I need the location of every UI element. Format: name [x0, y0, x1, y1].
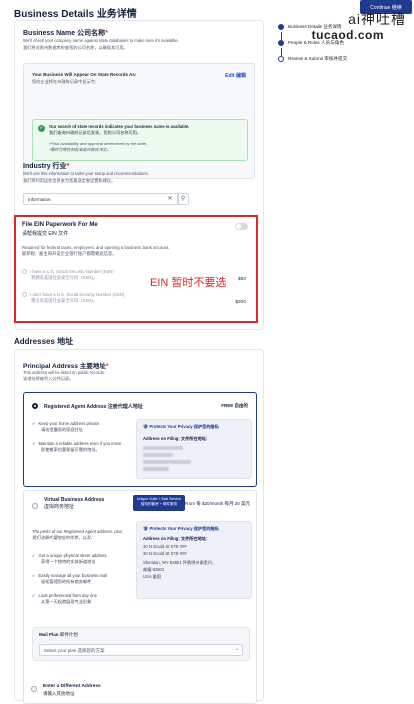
ra-privacy-box: 🛡 Protects Your Privacy 保护您的隐私 Address o…	[136, 419, 252, 479]
check-circle-icon: ✓	[38, 125, 45, 132]
ein-option-ssn-price: $50	[237, 277, 246, 282]
business-name-help-zh: 我们将对照州数据库检查您的公司名称，以确保其可用。	[23, 45, 128, 50]
check-icon: ✓	[32, 573, 36, 578]
addresses-card: Principal Address 主要地址* This address wil…	[14, 349, 264, 704]
check-icon: ✓	[32, 421, 36, 426]
different-address-label-zh: 请输入其他地址	[43, 691, 75, 696]
business-name-help: We'll check your company name against st…	[23, 38, 179, 43]
ein-option-ssn[interactable]: I have a U.S. Social Security Number (SS…	[22, 269, 114, 281]
ein-title: File EIN Paperwork For Me	[22, 222, 98, 228]
check-icon: ✓	[32, 441, 36, 446]
success-message: Our search of state records indicates yo…	[49, 124, 190, 135]
vb-address-line: Sheridan, WY 82801 怀俄明州谢里丹，	[143, 560, 217, 565]
vb-bullet-mail: ✓ Easily manage all your business mail 轻松…	[32, 573, 108, 584]
vb-address-line: USA 美国	[143, 574, 161, 579]
edit-name-button[interactable]: Edit 编辑	[225, 72, 246, 79]
availability-success: ✓ Our search of state records indicates …	[32, 119, 248, 161]
chevron-down-icon[interactable]: ⌄	[235, 646, 239, 652]
success-note: *Final availability and approval determi…	[49, 141, 148, 152]
step-business-details[interactable]: Business Details 业务详情	[278, 24, 342, 30]
ein-option-no-ssn[interactable]: I don't have a U.S. Social Security Numb…	[22, 292, 124, 304]
business-name-label: Business Name 公司名称*	[23, 30, 108, 37]
different-address-label: Enter a Different Address	[43, 684, 101, 689]
registered-agent-price: FREE 自由的	[221, 403, 248, 408]
step-people-roles[interactable]: People & Roles 人员与角色	[278, 40, 344, 46]
blurred-address	[143, 453, 173, 457]
appear-label: Your Business Will Appear On State Recor…	[32, 72, 137, 77]
ein-option-no-ssn-price: $200	[235, 300, 246, 305]
industry-help: We'll use this information to tailor you…	[23, 171, 149, 176]
radio-selected-icon[interactable]	[32, 403, 38, 409]
shield-icon-label: 🛡 Protects Your Privacy 保护您的隐私	[143, 526, 219, 531]
check-icon: ✓	[32, 553, 36, 558]
check-icon: ✓	[32, 593, 36, 598]
vb-bullet-street: ✓ Get a unique physical street address 获得…	[32, 553, 107, 564]
principal-address-label: Principal Address 主要地址*	[23, 363, 109, 370]
industry-label: Industry 行业*	[23, 163, 70, 170]
industry-help-zh: 我们将利用这些信息来为您量身定制设置和建议。	[23, 178, 116, 183]
page-title: Business Details 业务详情	[14, 9, 137, 20]
blurred-address	[143, 446, 183, 450]
radio-icon[interactable]	[32, 503, 38, 509]
vb-address-line: 30 N Gould St STE ###	[143, 551, 187, 556]
ein-title-zh: 请帮我提交 EIN 文件	[22, 231, 69, 237]
blurred-address	[143, 460, 191, 464]
radio-icon[interactable]	[31, 686, 37, 692]
registered-agent-option[interactable]: Registered Agent Address 注册代理人地址 FREE 自由…	[23, 392, 257, 487]
perks-title: The perks of our Registered Agent addres…	[32, 529, 124, 540]
vb-filing-label: Address on Filing: 文件所在地址:	[143, 536, 208, 541]
virtual-business-price: From 每 $20/month 每月 20 美元	[184, 501, 250, 506]
vb-privacy-box: 🛡 Protects Your Privacy 保护您的隐私 Address o…	[136, 521, 252, 599]
vb-address-line: 30 N Gould St STE ###	[143, 544, 187, 549]
addresses-title: Addresses 地址	[14, 337, 74, 346]
step-connector	[280, 32, 282, 40]
step-dot-icon	[278, 40, 284, 46]
step-dot-icon	[278, 56, 284, 62]
different-address-option[interactable]: Enter a Different Address 请输入其他地址	[23, 682, 241, 702]
registered-agent-name: Registered Agent Address 注册代理人地址	[44, 404, 143, 410]
step-review-submit[interactable]: Review & Submit 审核并提交	[278, 56, 347, 62]
radio-icon	[22, 292, 27, 298]
step-active-icon	[278, 24, 284, 30]
ra-bullet-private: ✓ Keep your home address private 请勿泄露您的家庭…	[32, 421, 100, 432]
mail-plan-select[interactable]: Select your plan 选择您的方案	[39, 644, 243, 656]
ra-bullet-reliable: ✓ Maintain a reliable address even if you…	[32, 441, 122, 452]
clear-icon[interactable]: ✕	[166, 193, 174, 205]
step-connector	[280, 48, 282, 56]
ein-section: File EIN Paperwork For Me 请帮我提交 EIN 文件 R…	[14, 215, 258, 323]
ein-annotation: EIN 暂时不要选	[150, 277, 227, 289]
ein-requirement: Required for federal taxes, employers, a…	[22, 245, 170, 256]
principal-address-help: This address will be listed on public re…	[23, 370, 105, 381]
vb-address-line: 邮编 82801	[143, 567, 165, 572]
watermark-text: ai神吐槽	[348, 11, 406, 27]
radio-icon	[22, 269, 27, 275]
industry-input[interactable]: Information	[23, 193, 179, 205]
ein-toggle[interactable]	[235, 223, 248, 230]
suite-mail-badge: Unique Suite + Mail Service 独特的套房 + 邮件服务	[133, 495, 185, 511]
search-icon[interactable]: ⚲	[177, 193, 189, 205]
virtual-business-option[interactable]: Virtual Business Address 虚拟商务地址 Unique S…	[23, 490, 257, 704]
mail-plan-label: Mail Plan 邮件计划	[39, 632, 78, 637]
vb-bullet-professional: ✓ Look professional from day one 从第一天起就展现…	[32, 593, 97, 604]
shield-icon-label: 🛡 Protects Your Privacy 保护您的隐私	[143, 424, 219, 429]
ra-filing-label: Address on Filing: 文件所在地址:	[143, 436, 208, 441]
mail-plan-box: Mail Plan 邮件计划 Select your plan 选择您的方案 ⌄	[32, 627, 250, 661]
blurred-address	[143, 467, 169, 471]
virtual-business-name: Virtual Business Address 虚拟商务地址	[44, 497, 105, 510]
appear-sub: 您的企业将在州政府记录中显示为:	[32, 79, 96, 84]
